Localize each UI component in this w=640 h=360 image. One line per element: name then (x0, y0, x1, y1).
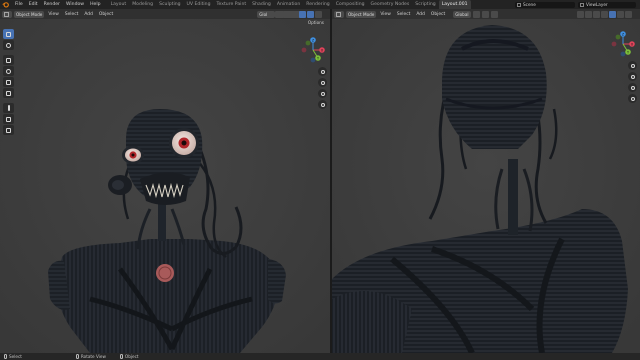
overlay-icon-right[interactable] (593, 10, 600, 18)
options-dropdown[interactable]: Options (308, 20, 324, 25)
tab-rendering[interactable]: Rendering (303, 0, 332, 9)
viewport-left-header: Object Mode View Select Add Object Globa… (0, 9, 330, 19)
grid-view-icon-right[interactable] (628, 94, 637, 103)
xray-icon[interactable] (291, 10, 298, 18)
mouse-right-icon (119, 354, 123, 359)
tab-modeling[interactable]: Modeling (129, 0, 156, 9)
status-rotate-view: Rotate View (75, 354, 106, 359)
status-object-label: Object (124, 354, 139, 359)
tab-texture-paint[interactable]: Texture Paint (214, 0, 250, 9)
menu-file[interactable]: File (12, 0, 26, 9)
shading-solid-icon-right[interactable] (609, 10, 616, 18)
status-object: Object (119, 354, 139, 359)
camera-view-icon-right[interactable] (628, 83, 637, 92)
mode-label: Object Mode (16, 11, 43, 17)
viewlayer-icon (580, 2, 584, 7)
move-tool[interactable] (3, 55, 14, 65)
menu-view-right[interactable]: View (378, 12, 392, 17)
character-back-view (332, 9, 640, 353)
menu-window[interactable]: Window (63, 0, 87, 9)
status-select: Select (4, 354, 22, 359)
menu-object-right[interactable]: Object (429, 12, 447, 17)
scene-icon (517, 2, 521, 7)
measure-tool[interactable] (3, 114, 14, 124)
shading-rendered-icon[interactable] (315, 10, 322, 18)
mode-label-right: Object Mode (348, 11, 375, 17)
gizmo-toggle-icon-right[interactable] (585, 10, 592, 18)
status-rotate-label: Rotate View (80, 354, 106, 359)
menu-render[interactable]: Render (41, 0, 63, 9)
menu-edit[interactable]: Edit (26, 0, 41, 9)
tab-layout-001[interactable]: Layout.001 (438, 0, 471, 9)
select-box-tool[interactable] (3, 29, 14, 39)
tab-layout[interactable]: Layout (108, 0, 130, 9)
viewlayer-selector[interactable]: ViewLayer (578, 1, 636, 8)
pivot-icon-right[interactable] (472, 10, 480, 18)
status-select-label: Select (9, 354, 22, 359)
editor-type-button[interactable] (2, 10, 12, 18)
menu-select[interactable]: Select (63, 12, 81, 17)
tab-animation[interactable]: Animation (274, 0, 303, 9)
shading-rendered-icon-right[interactable] (625, 10, 632, 18)
tab-compositing[interactable]: Compositing (333, 0, 368, 9)
editor-type-button-right[interactable] (334, 10, 344, 18)
mouse-left-icon (4, 354, 7, 359)
cursor-tool[interactable] (3, 40, 14, 50)
gizmo-toggle-icon[interactable] (275, 10, 282, 18)
add-cube-tool[interactable] (3, 125, 14, 135)
mouse-middle-icon (75, 354, 79, 359)
menu-add-right[interactable]: Add (414, 12, 427, 17)
tab-sculpting[interactable]: Sculpting (156, 0, 183, 9)
overlay-icon[interactable] (283, 10, 290, 18)
mode-selector-right[interactable]: Object Mode (346, 10, 377, 18)
tab-uv-editing[interactable]: UV Editing (184, 0, 214, 9)
shading-material-icon-right[interactable] (617, 10, 624, 18)
visibility-icon-right[interactable] (577, 10, 584, 18)
tab-scripting[interactable]: Scripting (412, 0, 438, 9)
shading-solid-icon[interactable] (299, 10, 306, 18)
visibility-icon[interactable] (267, 10, 274, 18)
snap-icon-right[interactable] (481, 10, 489, 18)
camera-view-icon[interactable] (318, 89, 327, 98)
character-front-view (0, 9, 330, 353)
scene-name: Scene (523, 2, 536, 7)
pan-hand-icon-right[interactable] (628, 72, 637, 81)
3d-viewport-icon (4, 11, 9, 17)
status-bar: Select Rotate View Object (0, 353, 640, 360)
navigation-gizmo-left[interactable]: X Z Y (298, 35, 328, 65)
viewport-right[interactable]: Object Mode View Select Add Object Globa… (332, 9, 640, 353)
scene-selector[interactable]: Scene (515, 1, 575, 8)
blender-logo-icon[interactable] (2, 1, 9, 8)
viewport-right-header: Object Mode View Select Add Object Globa… (332, 9, 640, 19)
rotate-tool[interactable] (3, 66, 14, 76)
viewport-nav-buttons (318, 67, 327, 109)
navigation-gizmo-right[interactable]: X Z Y (608, 29, 638, 59)
zoom-icon-right[interactable] (628, 61, 637, 70)
proportional-icon-right[interactable] (490, 10, 498, 18)
tab-geometry-nodes[interactable]: Geometry Nodes (368, 0, 413, 9)
viewlayer-name: ViewLayer (586, 2, 608, 7)
tool-shelf (3, 29, 16, 135)
menu-view[interactable]: View (46, 12, 60, 17)
transform-tool[interactable] (3, 88, 14, 98)
grid-view-icon[interactable] (318, 100, 327, 109)
transform-orientation-right[interactable]: Global (453, 10, 471, 18)
tab-shading[interactable]: Shading (249, 0, 274, 9)
menu-help[interactable]: Help (87, 0, 103, 9)
zoom-icon[interactable] (318, 67, 327, 76)
viewport-left[interactable]: Object Mode View Select Add Object Globa… (0, 9, 330, 353)
menu-object[interactable]: Object (97, 12, 115, 17)
3d-viewport-icon-right (336, 11, 341, 17)
scale-tool[interactable] (3, 77, 14, 87)
mode-selector[interactable]: Object Mode (14, 10, 45, 18)
top-bar: File Edit Render Window Help Layout Mode… (0, 0, 640, 9)
menu-add[interactable]: Add (82, 12, 95, 17)
shading-material-icon[interactable] (307, 10, 314, 18)
menu-select-right[interactable]: Select (395, 12, 413, 17)
xray-icon-right[interactable] (601, 10, 608, 18)
viewport-nav-buttons-right (628, 61, 637, 103)
annotate-tool[interactable] (3, 103, 14, 113)
pan-hand-icon[interactable] (318, 78, 327, 87)
transform-label-right: Global (455, 11, 469, 17)
